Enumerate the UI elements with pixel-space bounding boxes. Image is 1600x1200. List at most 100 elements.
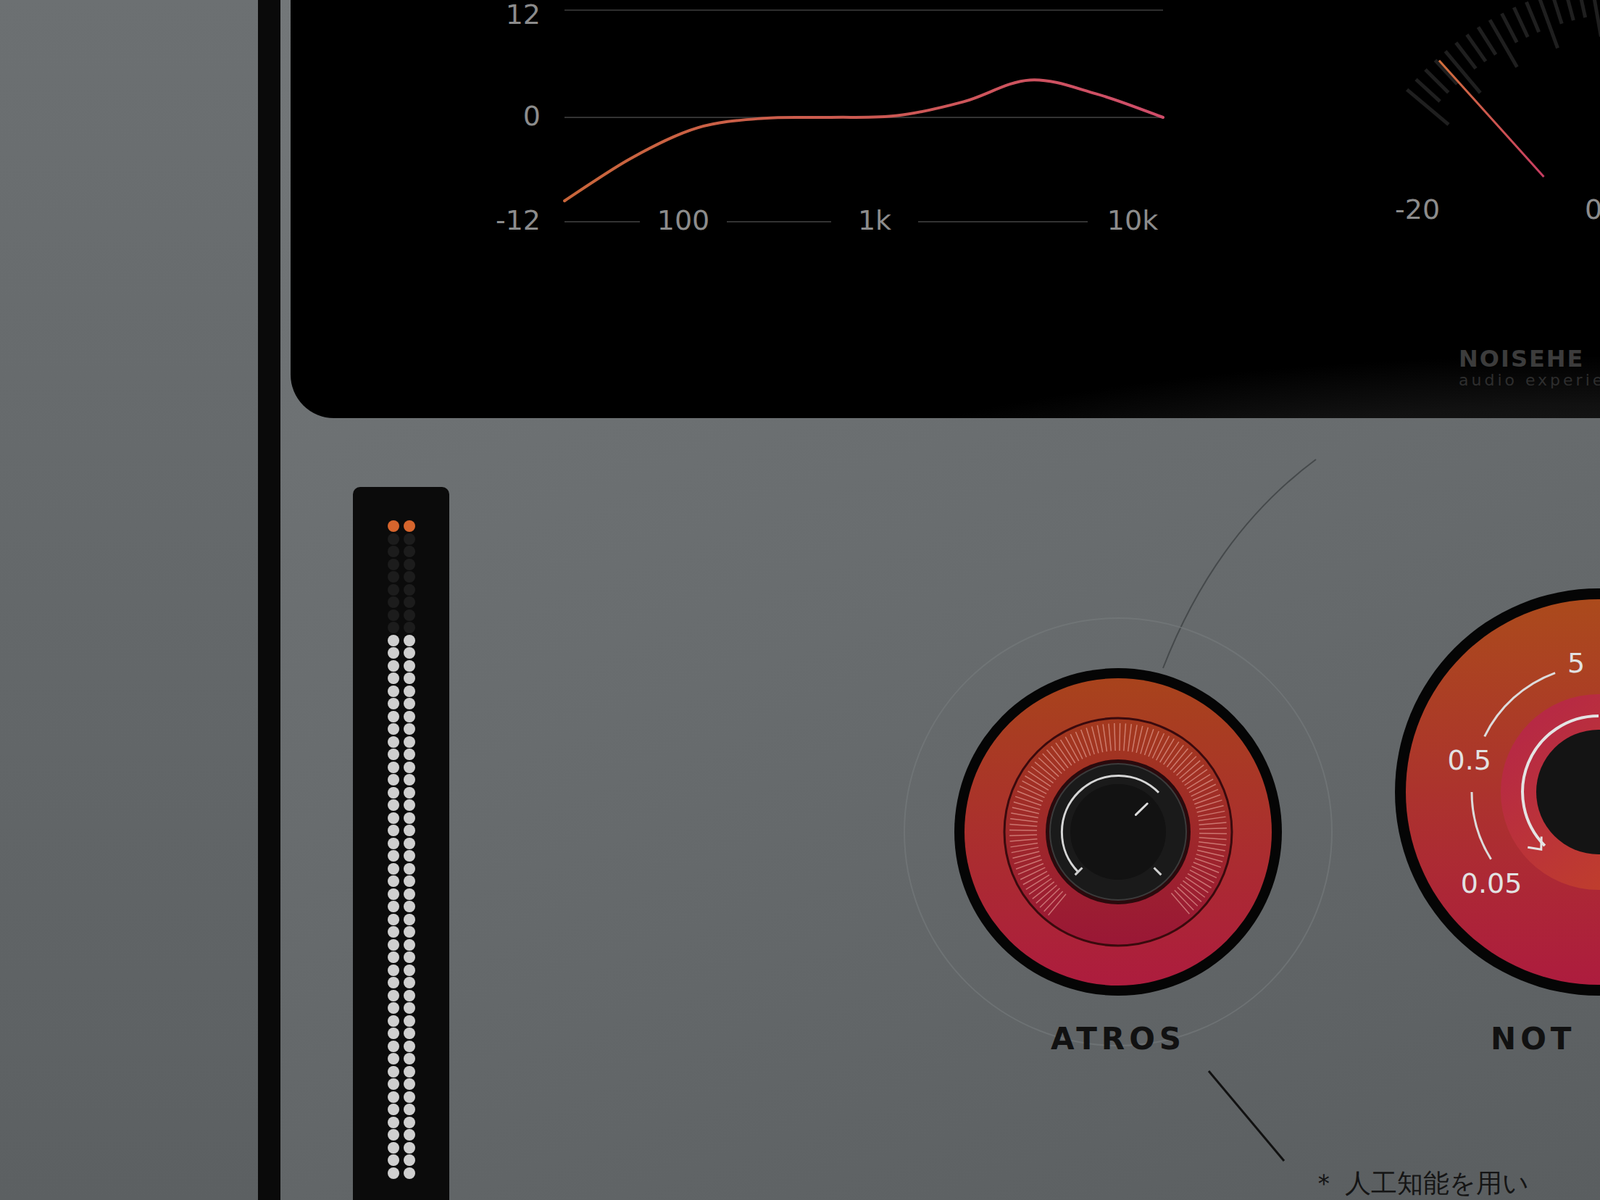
led-dot — [403, 1027, 416, 1040]
led-dot — [387, 533, 400, 545]
led-dot — [403, 596, 416, 608]
led-dot — [403, 660, 416, 672]
vu-tick — [1407, 89, 1449, 125]
led-dot — [387, 863, 400, 875]
chevron-icon — [1527, 836, 1542, 850]
led-dot — [403, 520, 416, 532]
led-dot — [403, 1103, 416, 1116]
level-meter — [352, 486, 450, 1200]
led-dot — [387, 1040, 400, 1053]
scale-label: 0.5 — [1447, 744, 1491, 777]
led-dot — [387, 1078, 400, 1090]
led-dot — [403, 875, 416, 887]
led-dot — [403, 672, 416, 685]
led-dot — [387, 850, 400, 862]
led-dot — [403, 685, 416, 698]
led-dot — [387, 875, 400, 887]
led-dot — [387, 545, 400, 558]
leader-line — [1163, 459, 1316, 669]
led-dot — [403, 533, 416, 545]
led-dot — [387, 1015, 400, 1027]
led-dot — [387, 609, 400, 622]
led-dot — [403, 951, 416, 964]
led-dot — [387, 736, 400, 748]
led-dot — [403, 926, 416, 938]
vu-tick — [1455, 42, 1476, 69]
led-dot — [403, 621, 416, 634]
led-dot — [403, 850, 416, 862]
footnote: ＊ 人工知能を用い — [1310, 1168, 1529, 1198]
led-dot — [403, 571, 416, 583]
led-dot — [387, 1052, 400, 1065]
led-dot — [403, 773, 416, 786]
grid-line — [564, 9, 1164, 11]
led-dot — [403, 647, 416, 659]
y-tick: 12 — [505, 0, 541, 31]
control-area: ATROS 50.50.05 NOT ＊ 人工知能を用い — [280, 418, 1600, 1200]
led-dot — [387, 837, 400, 850]
knob-pointer — [1135, 803, 1148, 815]
led-dot — [403, 812, 416, 824]
led-dot — [403, 1154, 416, 1166]
led-dot — [403, 736, 416, 748]
led-dot — [387, 913, 400, 926]
vu-tick — [1591, 0, 1600, 37]
led-dot — [403, 761, 416, 774]
led-dot — [403, 786, 416, 799]
led-dot — [403, 748, 416, 761]
led-dot — [387, 596, 400, 608]
led-dot — [387, 697, 400, 710]
brand-name: NOISEHE — [1458, 346, 1600, 372]
led-dot — [403, 697, 416, 710]
led-dot — [387, 888, 400, 900]
led-dot — [403, 710, 416, 723]
axis-line — [918, 221, 1088, 223]
host-background — [0, 0, 258, 1200]
x-tick: 1k — [857, 204, 892, 237]
vu-tick — [1489, 20, 1518, 68]
led-dot — [403, 1078, 416, 1090]
window-border — [257, 0, 281, 1200]
led-dot — [403, 545, 416, 558]
vu-tick — [1501, 13, 1517, 43]
note-knob[interactable]: 50.50.05 — [1344, 538, 1600, 1046]
led-dot — [403, 1002, 416, 1014]
led-dot — [403, 609, 416, 622]
axis-line — [564, 221, 640, 223]
led-dot — [403, 900, 416, 913]
led-dot — [403, 1091, 416, 1103]
axis-line — [726, 221, 832, 223]
plugin-panel: 120-121001k10k-200 NOISEHE audio experie… — [280, 0, 1600, 1200]
led-dot — [387, 786, 400, 799]
led-dot — [403, 964, 416, 977]
vu-tick — [1578, 0, 1586, 18]
led-dot — [403, 863, 416, 875]
led-dot — [387, 964, 400, 977]
led-dot — [387, 761, 400, 774]
led-dot — [387, 1002, 400, 1014]
vu-label: 0 — [1584, 193, 1600, 226]
led-dot — [387, 558, 400, 571]
led-dot — [403, 634, 416, 647]
brand-tagline: audio experie — [1458, 371, 1600, 390]
led-dot — [387, 1154, 400, 1166]
led-dot — [403, 723, 416, 735]
led-dot — [387, 660, 400, 672]
led-dot — [403, 1128, 416, 1141]
led-dot — [403, 913, 416, 926]
eq-curve — [564, 79, 1164, 201]
led-dot — [403, 584, 416, 596]
led-dot — [403, 824, 416, 837]
atros-knob[interactable] — [900, 614, 1336, 1050]
scale-label: 5 — [1567, 647, 1585, 679]
brand-logo: NOISEHE audio experie — [1458, 346, 1600, 390]
led-dot — [387, 900, 400, 913]
led-dot — [403, 1065, 416, 1078]
led-dot — [387, 773, 400, 786]
led-dot — [403, 1116, 416, 1129]
led-dot — [387, 748, 400, 761]
x-tick: 10k — [1107, 204, 1158, 237]
led-dot — [403, 976, 416, 989]
led-dot — [387, 647, 400, 659]
vu-tick — [1513, 7, 1528, 37]
